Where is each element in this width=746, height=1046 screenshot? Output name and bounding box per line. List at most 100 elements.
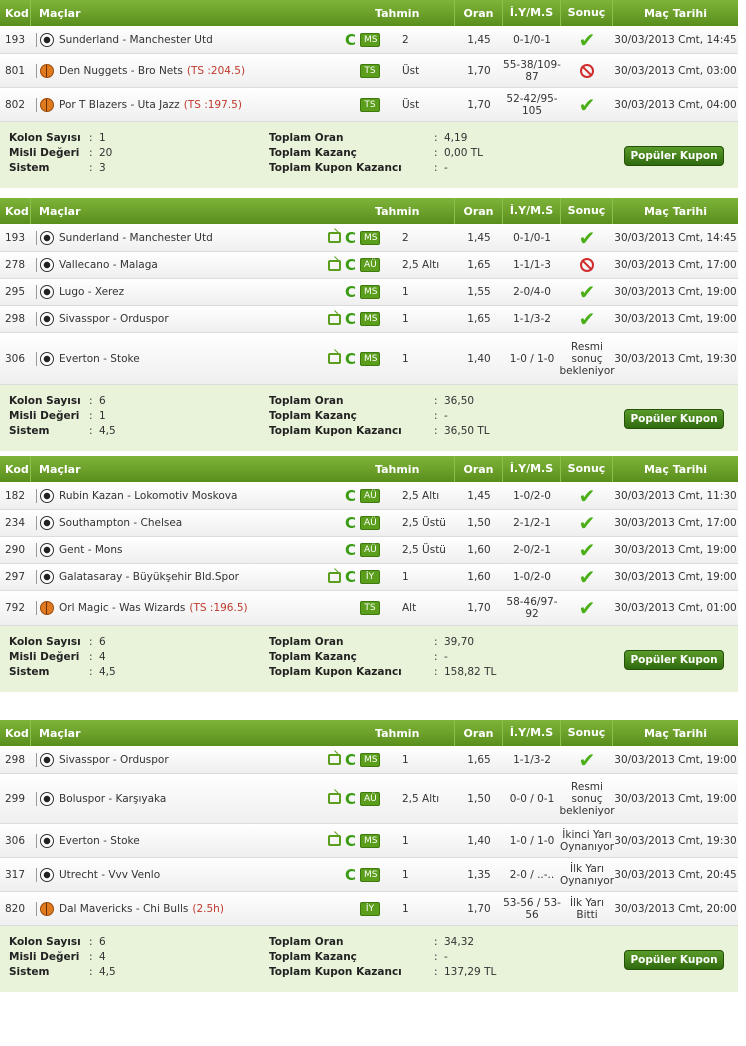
prediction-value: Alt <box>402 602 417 614</box>
result-cell: ✔ <box>561 26 613 53</box>
odds-value: 1,70 <box>467 602 491 614</box>
match-name-link[interactable]: Everton - Stoke <box>59 835 140 847</box>
live-c-icon[interactable]: C <box>345 516 356 531</box>
bet-type-badge: TS <box>360 601 380 615</box>
result-cell: İlk Yarı Oynanıyor <box>560 858 614 891</box>
value-toplam-kupon: 137,29 TL <box>444 966 497 978</box>
colon: : <box>434 132 438 144</box>
match-name-link[interactable]: Sunderland - Manchester Utd <box>59 34 213 46</box>
match-cell: Den Nuggets - Bro Nets (TS :204.5) <box>30 54 320 87</box>
match-name-link[interactable]: Por T Blazers - Uta Jazz <box>59 99 180 111</box>
match-cell: Dal Mavericks - Chi Bulls (2.5h) <box>30 892 320 925</box>
live-c-icon[interactable]: C <box>345 752 356 767</box>
popular-coupon-button[interactable]: Popüler Kupon <box>624 950 724 970</box>
live-c-icon[interactable]: C <box>345 867 356 882</box>
match-name-link[interactable]: Orl Magic - Was Wizards <box>59 602 185 614</box>
soccer-ball-icon <box>40 833 54 848</box>
tv-icon[interactable] <box>327 313 341 325</box>
prediction-value: Üst <box>402 98 420 111</box>
live-c-icon[interactable]: C <box>345 32 356 47</box>
match-code: 306 <box>5 352 26 365</box>
table-header: Kod Maçlar Tahmin Oran İ.Y/M.S Sonuç Maç Tarih… <box>0 456 738 482</box>
live-c-icon[interactable]: C <box>345 570 356 585</box>
divider <box>36 351 37 366</box>
popular-coupon-button[interactable]: Popüler Kupon <box>624 650 724 670</box>
match-name-link[interactable]: Lugo - Xerez <box>59 286 124 298</box>
divider <box>36 901 37 916</box>
tv-icon[interactable] <box>327 571 341 583</box>
divider <box>36 570 37 584</box>
prediction-cell: AÜ 2,5 Altı <box>360 774 455 823</box>
match-name-link[interactable]: Sunderland - Manchester Utd <box>59 232 213 244</box>
divider <box>36 833 37 848</box>
value-toplam-kupon: - <box>444 162 448 174</box>
label-toplam-kupon: Toplam Kupon Kazancı <box>269 425 402 437</box>
match-name-link[interactable]: Boluspor - Karşıyaka <box>59 793 166 805</box>
odds-value: 1,70 <box>467 98 491 111</box>
tv-icon[interactable] <box>327 793 341 804</box>
match-cell: Por T Blazers - Uta Jazz (TS :197.5) <box>30 88 320 121</box>
broadcast-icons <box>320 88 360 121</box>
tv-icon[interactable] <box>327 259 341 271</box>
match-name-link[interactable]: Utrecht - Vvv Venlo <box>59 869 160 881</box>
match-cell: Rubin Kazan - Lokomotiv Moskova <box>30 482 320 509</box>
header-icons <box>320 198 360 224</box>
colon: : <box>89 666 93 678</box>
popular-coupon-button[interactable]: Popüler Kupon <box>624 146 724 166</box>
tv-icon[interactable] <box>327 353 341 364</box>
table-row: 234 Southampton - Chelsea C AÜ 2,5 Üstü 1,50 2… <box>0 510 738 537</box>
match-name-link[interactable]: Rubin Kazan - Lokomotiv Moskova <box>59 490 237 502</box>
prediction-value: 2,5 Altı <box>402 489 440 502</box>
soccer-ball-icon <box>40 570 54 584</box>
divider <box>36 97 37 112</box>
odds-value: 1,40 <box>467 834 491 847</box>
prediction-cell: İY 1 <box>360 892 455 925</box>
live-c-icon[interactable]: C <box>345 285 356 300</box>
bet-type-badge: MS <box>360 312 380 326</box>
tv-icon[interactable] <box>327 835 341 846</box>
match-name-link[interactable]: Galatasaray - Büyükşehir Bld.Spor <box>59 571 239 583</box>
live-c-icon[interactable]: C <box>345 230 356 245</box>
live-c-icon[interactable]: C <box>345 833 356 848</box>
header-oran: Oran <box>455 198 503 224</box>
match-date: 30/03/2013 Cmt, 01:00 <box>614 602 737 614</box>
value-toplam-kupon: 36,50 TL <box>444 425 490 437</box>
soccer-ball-icon <box>40 351 54 366</box>
label-toplam-oran: Toplam Oran <box>269 132 344 144</box>
live-c-icon[interactable]: C <box>345 791 356 806</box>
label-kolon: Kolon Sayısı <box>9 395 81 407</box>
basketball-icon <box>40 901 54 916</box>
score-halftime-fulltime: 53-56 / 53-56 <box>503 896 561 921</box>
live-c-icon[interactable]: C <box>345 543 356 558</box>
prediction-cell: AÜ 2,5 Üstü <box>360 510 455 536</box>
match-name-link[interactable]: Dal Mavericks - Chi Bulls <box>59 903 188 915</box>
match-name-link[interactable]: Southampton - Chelsea <box>59 517 182 529</box>
result-status-text: İkinci Yarı Oynanıyor <box>559 828 615 853</box>
live-c-icon[interactable]: C <box>345 258 356 273</box>
live-c-icon[interactable]: C <box>345 488 356 503</box>
prediction-value: 2,5 Altı <box>402 259 440 271</box>
match-name-link[interactable]: Sivasspor - Orduspor <box>59 313 169 325</box>
live-c-icon[interactable]: C <box>345 312 356 327</box>
table-row: 298 Sivasspor - Orduspor C MS 1 1,65 1-1/3-2 ✔ 3… <box>0 746 738 774</box>
soccer-ball-icon <box>40 791 54 806</box>
match-code: 801 <box>5 64 26 77</box>
odds-value: 1,35 <box>467 868 491 881</box>
bet-type-badge: MS <box>360 230 380 245</box>
divider <box>36 285 37 299</box>
soccer-ball-icon <box>40 516 54 530</box>
match-code: 193 <box>5 231 26 244</box>
tv-icon[interactable] <box>327 232 341 243</box>
match-name-link[interactable]: Vallecano - Malaga <box>59 259 158 271</box>
live-c-icon[interactable]: C <box>345 351 356 366</box>
match-name-link[interactable]: Everton - Stoke <box>59 353 140 365</box>
colon: : <box>89 425 93 437</box>
prediction-cell: MS 1 <box>360 746 455 773</box>
tv-icon[interactable] <box>327 754 341 765</box>
popular-coupon-button[interactable]: Popüler Kupon <box>624 409 724 429</box>
label-toplam-kupon: Toplam Kupon Kazancı <box>269 162 402 174</box>
match-name-link[interactable]: Sivasspor - Orduspor <box>59 754 169 766</box>
match-name-link[interactable]: Den Nuggets - Bro Nets <box>59 65 183 77</box>
match-name-link[interactable]: Gent - Mons <box>59 544 122 556</box>
broadcast-icons <box>320 591 360 625</box>
